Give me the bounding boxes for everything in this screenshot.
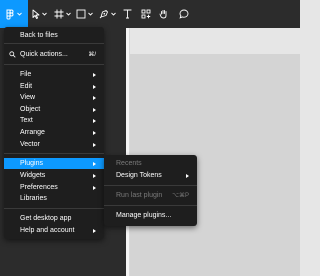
chevron-right-icon bbox=[93, 95, 96, 100]
menu-item-label: View bbox=[20, 94, 36, 101]
menu-item-label: Run last plugin bbox=[116, 192, 163, 199]
menu-item-widgets[interactable]: Widgets bbox=[4, 170, 104, 181]
shortcut-label: ⌘/ bbox=[88, 52, 96, 58]
menu-divider bbox=[4, 43, 104, 44]
comment-icon bbox=[179, 9, 189, 19]
menu-item-file[interactable]: File bbox=[4, 69, 104, 80]
pen-tool[interactable] bbox=[97, 0, 118, 28]
menu-item-quick-actions[interactable]: Quick actions... ⌘/ bbox=[4, 49, 104, 60]
move-tool[interactable] bbox=[29, 0, 49, 28]
menu-item-view[interactable]: View bbox=[4, 92, 104, 103]
main-menu-button[interactable] bbox=[0, 0, 28, 28]
chevron-down-icon bbox=[65, 12, 71, 16]
menu-item-libraries[interactable]: Libraries bbox=[4, 193, 104, 204]
chevron-right-icon bbox=[93, 118, 96, 123]
menu-divider bbox=[104, 185, 197, 186]
comment-tool[interactable] bbox=[177, 0, 191, 28]
chevron-right-icon bbox=[93, 107, 96, 112]
menu-divider bbox=[4, 153, 104, 154]
menu-item-back-to-files[interactable]: Back to files bbox=[4, 30, 104, 41]
menu-item-design-tokens[interactable]: Design Tokens bbox=[104, 170, 197, 181]
menu-item-label: Plugins bbox=[20, 160, 43, 167]
menu-item-label: Help and account bbox=[20, 227, 75, 234]
chevron-down-icon bbox=[17, 12, 22, 16]
plugins-submenu: Recents Design Tokens Run last plugin ⌥⌘… bbox=[104, 155, 197, 226]
figma-logo-icon bbox=[6, 9, 15, 20]
hand-icon bbox=[159, 9, 169, 19]
frame-tool[interactable] bbox=[52, 0, 72, 28]
shape-tool[interactable] bbox=[74, 0, 95, 28]
menu-item-run-last-plugin: Run last plugin ⌥⌘P bbox=[104, 190, 197, 201]
chevron-right-icon bbox=[93, 72, 96, 77]
frame-icon bbox=[54, 9, 64, 19]
menu-divider bbox=[4, 208, 104, 209]
menu-item-label: Widgets bbox=[20, 172, 46, 179]
cursor-icon bbox=[32, 9, 40, 19]
chevron-right-icon bbox=[93, 173, 96, 178]
rectangle-icon bbox=[76, 9, 86, 19]
menu-item-label: Text bbox=[20, 117, 33, 124]
chevron-right-icon bbox=[93, 185, 96, 190]
menu-divider bbox=[4, 64, 104, 65]
search-icon bbox=[9, 51, 20, 58]
menu-item-label: File bbox=[20, 71, 32, 78]
menu-item-label: Libraries bbox=[20, 195, 47, 202]
menu-item-label: Preferences bbox=[20, 184, 58, 191]
chevron-right-icon bbox=[186, 173, 189, 178]
submenu-header-recents: Recents bbox=[104, 158, 197, 169]
chevron-down-icon bbox=[41, 12, 47, 16]
shortcut-label: ⌥⌘P bbox=[172, 193, 189, 199]
hand-tool[interactable] bbox=[157, 0, 171, 28]
resources-tool[interactable] bbox=[139, 0, 153, 28]
menu-item-get-desktop-app[interactable]: Get desktop app bbox=[4, 213, 104, 224]
menu-item-edit[interactable]: Edit bbox=[4, 81, 104, 92]
menu-item-label: Manage plugins... bbox=[116, 212, 172, 219]
main-menu: Back to files Quick actions... ⌘/ File E… bbox=[4, 27, 104, 239]
menu-item-label: Back to files bbox=[20, 32, 58, 39]
chevron-right-icon bbox=[93, 130, 96, 135]
text-icon bbox=[123, 9, 132, 19]
menu-item-help-and-account[interactable]: Help and account bbox=[4, 225, 104, 236]
menu-item-label: Edit bbox=[20, 83, 33, 90]
menu-item-object[interactable]: Object bbox=[4, 104, 104, 115]
menu-item-label: Arrange bbox=[20, 129, 45, 136]
components-icon bbox=[141, 9, 151, 19]
canvas[interactable] bbox=[126, 28, 300, 276]
text-tool[interactable] bbox=[120, 0, 134, 28]
menu-item-text[interactable]: Text bbox=[4, 115, 104, 126]
pen-icon bbox=[99, 9, 109, 19]
menu-item-label: Quick actions... bbox=[20, 51, 68, 58]
menu-item-label: Get desktop app bbox=[20, 215, 72, 222]
menu-item-preferences[interactable]: Preferences bbox=[4, 182, 104, 193]
chevron-right-icon bbox=[93, 84, 96, 89]
menu-item-arrange[interactable]: Arrange bbox=[4, 127, 104, 138]
toolbar bbox=[0, 0, 300, 29]
menu-item-label: Object bbox=[20, 106, 41, 113]
chevron-down-icon bbox=[88, 12, 93, 16]
chevron-down-icon bbox=[111, 12, 116, 16]
submenu-header-label: Recents bbox=[116, 160, 142, 167]
menu-item-plugins[interactable]: Plugins bbox=[4, 158, 104, 169]
chevron-right-icon bbox=[93, 161, 96, 166]
menu-divider bbox=[104, 205, 197, 206]
chevron-right-icon bbox=[93, 142, 96, 147]
menu-item-manage-plugins[interactable]: Manage plugins... bbox=[104, 210, 197, 221]
menu-item-label: Vector bbox=[20, 141, 40, 148]
menu-item-label: Design Tokens bbox=[116, 172, 162, 179]
chevron-right-icon bbox=[93, 228, 96, 233]
menu-item-vector[interactable]: Vector bbox=[4, 139, 104, 150]
